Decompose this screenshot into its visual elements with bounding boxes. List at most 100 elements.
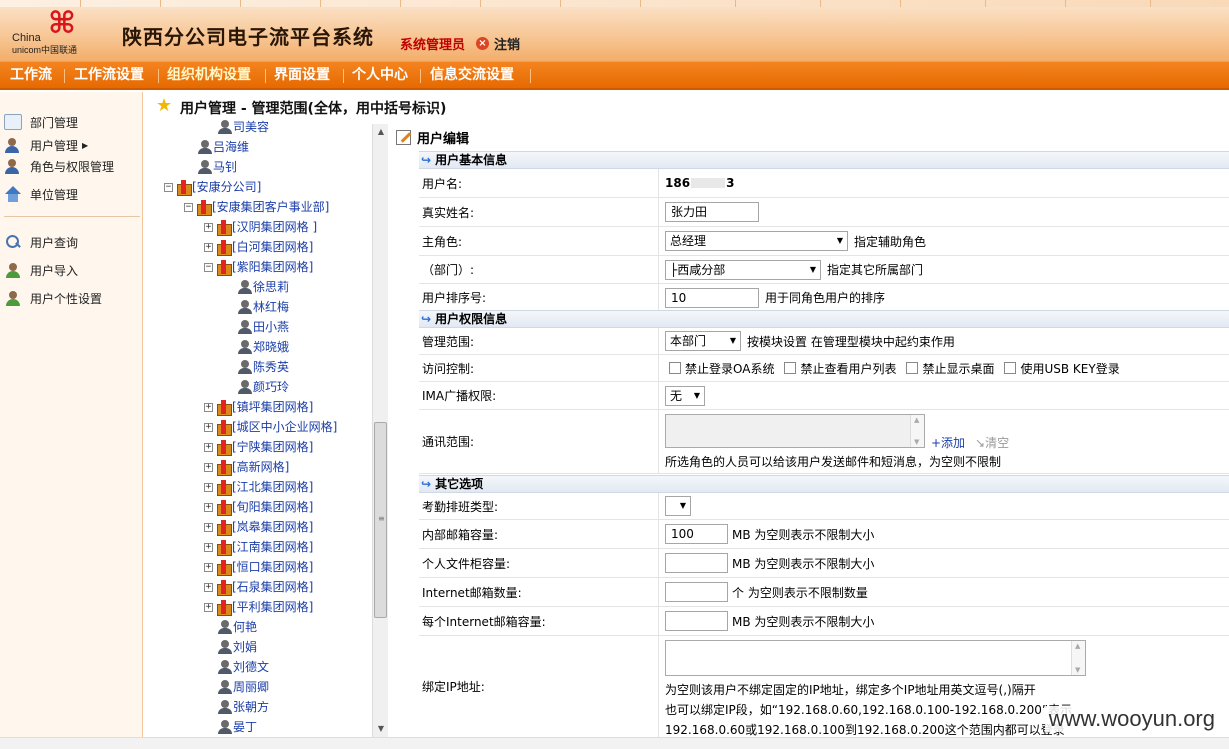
assist-role-link[interactable]: 指定辅助角色 [854, 233, 926, 250]
row-comm-range: 通讯范围: +添加 ↘清空 所选角色的人员可以给该用户发送邮件和短消息，为空则不… [419, 410, 1229, 474]
expand-toggle[interactable]: + [204, 442, 213, 452]
tree-scrollbar[interactable]: ▲ ≡ ▼ [372, 124, 388, 737]
ima-select[interactable]: 无 [665, 385, 705, 406]
tree-node[interactable]: 刘娟 [218, 637, 257, 657]
tree-node[interactable]: + [石泉集团网格] [204, 577, 313, 597]
mainrole-select[interactable]: 总经理 [665, 231, 848, 251]
tree-node[interactable]: 郑晓娥 [238, 337, 289, 357]
sidebar-item-units[interactable]: 单位管理 [4, 184, 78, 204]
row-ima: IMA广播权限: 无 [419, 382, 1229, 410]
logout-button[interactable]: × 注销 [476, 34, 520, 53]
textarea-scrollbar[interactable] [910, 415, 924, 447]
attendance-select[interactable] [665, 496, 691, 516]
tree-node[interactable]: − [紫阳集团网格] [204, 257, 313, 277]
textarea-scrollbar[interactable] [1071, 641, 1085, 675]
menu-ui-settings[interactable]: 界面设置 [266, 62, 338, 88]
sidebar-item-user-search[interactable]: 用户查询 [4, 232, 78, 252]
tree-node[interactable]: + [城区中小企业网格] [204, 417, 337, 437]
menu-org-settings[interactable]: 组织机构设置 [159, 62, 259, 88]
inetcount-input[interactable] [665, 582, 728, 602]
tree-node[interactable]: + [高新网格] [204, 457, 289, 477]
tree-node[interactable]: + [恒口集团网格] [204, 557, 313, 577]
expand-toggle[interactable]: + [204, 242, 213, 252]
section-title: 用户权限信息 [435, 312, 508, 326]
expand-toggle[interactable]: + [204, 462, 213, 472]
comm-add-link[interactable]: +添加 [931, 434, 965, 451]
tree-node[interactable]: 林红梅 [238, 297, 289, 317]
collapse-toggle[interactable]: − [164, 182, 173, 192]
horizontal-scrollbar[interactable] [0, 737, 1229, 749]
user-icon [218, 120, 232, 134]
collapse-toggle[interactable]: − [184, 202, 193, 212]
sidebar-item-users[interactable]: 用户管理 ▶ [4, 135, 88, 155]
tree-node[interactable]: 司美容 [218, 120, 269, 137]
scroll-up-icon[interactable]: ▲ [373, 124, 389, 140]
expand-toggle[interactable]: + [204, 582, 213, 592]
tree-node[interactable]: 马钊 [198, 157, 237, 177]
expand-toggle[interactable]: + [204, 562, 213, 572]
sidebar-item-user-preferences[interactable]: 用户个性设置 [4, 288, 102, 308]
scroll-thumb[interactable]: ≡ [374, 422, 387, 618]
tree-node[interactable]: 刘德文 [218, 657, 269, 677]
ip-textarea[interactable] [665, 640, 1086, 676]
tree-node[interactable]: + [白河集团网格] [204, 237, 313, 257]
comm-range-textarea[interactable] [665, 414, 925, 448]
menu-workflow[interactable]: 工作流 [2, 62, 60, 88]
mailbox-input[interactable]: 100 [665, 524, 728, 544]
menu-workflow-settings[interactable]: 工作流设置 [66, 62, 152, 88]
deny-desktop-checkbox[interactable]: 禁止显示桌面 [906, 360, 994, 377]
tree-node[interactable]: + [宁陕集团网格] [204, 437, 313, 457]
filecab-input[interactable] [665, 553, 728, 573]
expand-toggle[interactable]: + [204, 422, 213, 432]
tree-node[interactable]: 颜巧玲 [238, 377, 289, 397]
tree-node[interactable]: 周丽卿 [218, 677, 269, 697]
tree-node[interactable]: 晏丁 [218, 717, 257, 737]
group-icon [216, 520, 232, 536]
deny-oa-checkbox[interactable]: 禁止登录OA系统 [669, 360, 774, 377]
menu-info-exchange[interactable]: 信息交流设置 [422, 62, 522, 88]
dept-select[interactable]: ├西咸分部 [665, 259, 821, 280]
expand-toggle[interactable]: + [204, 602, 213, 612]
expand-toggle[interactable]: + [204, 402, 213, 412]
section-basic-info: ↪ 用户基本信息 [419, 151, 1229, 169]
scroll-down-icon[interactable]: ▼ [373, 721, 389, 737]
sidebar-item-department[interactable]: 部门管理 [4, 112, 78, 132]
comm-clear-link[interactable]: ↘清空 [975, 434, 1009, 451]
expand-toggle[interactable]: + [204, 482, 213, 492]
sidebar-item-user-import[interactable]: 用户导入 [4, 260, 78, 280]
inetcount-label: Internet邮箱数量: [419, 578, 659, 606]
inetsize-cell: MB 为空则表示不限制大小 [665, 607, 1229, 635]
tree-node[interactable]: 陈秀英 [238, 357, 289, 377]
expand-toggle[interactable]: + [204, 222, 213, 232]
inetsize-input[interactable] [665, 611, 728, 631]
checkbox-label: 禁止查看用户列表 [800, 361, 897, 376]
scope-select[interactable]: 本部门 [665, 331, 741, 351]
collapse-toggle[interactable]: − [204, 262, 213, 272]
tree-node[interactable]: 田小燕 [238, 317, 289, 337]
tree-node[interactable]: + [平利集团网格] [204, 597, 313, 617]
logout-label: 注销 [494, 38, 521, 53]
realname-input[interactable]: 张力田 [665, 202, 759, 222]
tree-node[interactable]: + [镇坪集团网格] [204, 397, 313, 417]
tree-node[interactable]: 徐思莉 [238, 277, 289, 297]
expand-toggle[interactable]: + [204, 542, 213, 552]
expand-toggle[interactable]: + [204, 502, 213, 512]
other-dept-link[interactable]: 指定其它所属部门 [827, 261, 923, 278]
tree-node[interactable]: − [安康集团客户事业部] [184, 197, 329, 217]
tree-node[interactable]: 何艳 [218, 617, 257, 637]
menu-personal-center[interactable]: 个人中心 [344, 62, 416, 88]
tree-node[interactable]: + [岚皋集团网格] [204, 517, 313, 537]
tree-node[interactable]: + [汉阴集团网格 ] [204, 217, 317, 237]
tree-node[interactable]: 张朝方 [218, 697, 269, 717]
tree-node-label: [安康分公司] [192, 180, 262, 194]
deny-userlist-checkbox[interactable]: 禁止查看用户列表 [784, 360, 896, 377]
tree-node[interactable]: − [安康分公司] [164, 177, 261, 197]
sort-input[interactable]: 10 [665, 287, 759, 308]
tree-node[interactable]: + [江北集团网格] [204, 477, 313, 497]
tree-node[interactable]: + [旬阳集团网格] [204, 497, 313, 517]
expand-toggle[interactable]: + [204, 522, 213, 532]
usb-key-checkbox[interactable]: 使用USB KEY登录 [1004, 360, 1120, 377]
tree-node[interactable]: 吕海维 [198, 137, 249, 157]
sidebar-item-roles[interactable]: 角色与权限管理 [4, 156, 114, 176]
tree-node[interactable]: + [江南集团网格] [204, 537, 313, 557]
